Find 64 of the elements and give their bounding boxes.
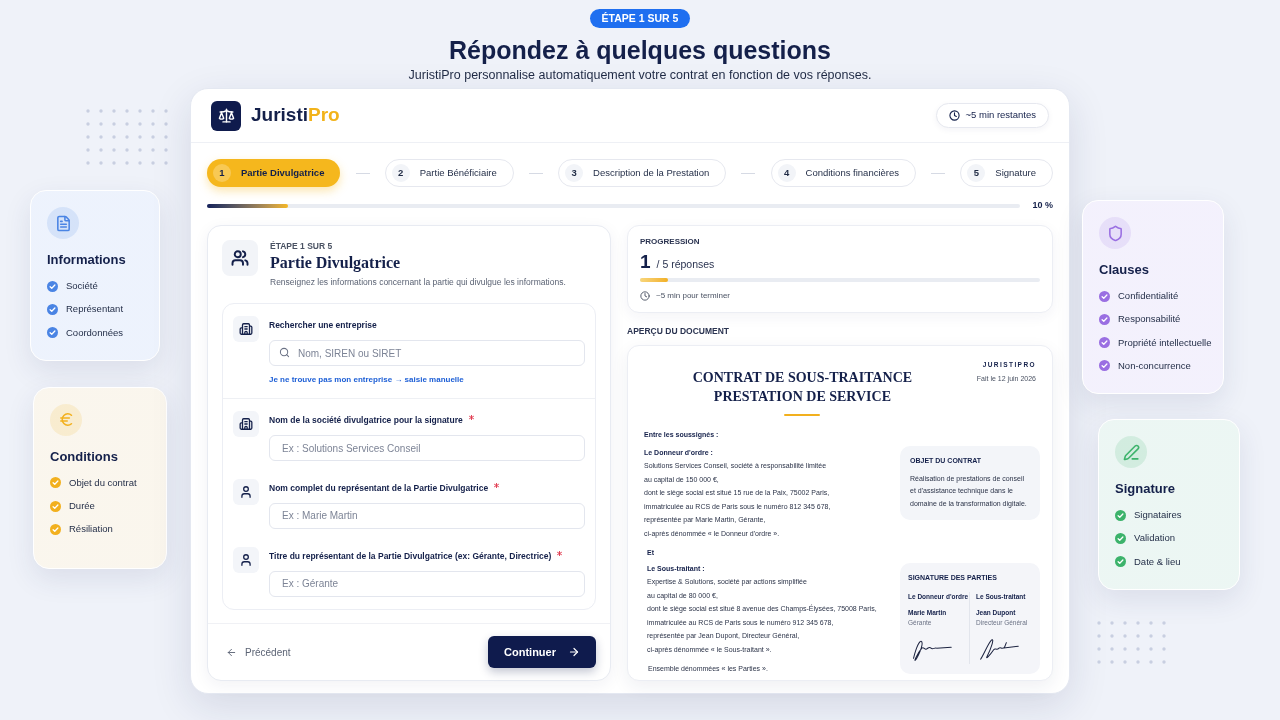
step-tab[interactable]: 4 Conditions financières xyxy=(770,159,917,187)
page-title: Répondez à quelques questions xyxy=(449,35,831,66)
person-icon xyxy=(233,479,259,505)
card-title: Signature xyxy=(1115,480,1176,498)
field-label: Titre du représentant de la Partie Divulgatrice (ex: Gérante, Directrice) xyxy=(269,549,552,563)
checklist-item: Représentant xyxy=(66,302,124,317)
card-title: Clauses xyxy=(1099,261,1150,279)
building-icon xyxy=(233,316,259,342)
step-badge: ÉTAPE 1 SUR 5 xyxy=(589,9,691,28)
people-icon xyxy=(222,239,258,276)
section-title: Partie Divulgatrice xyxy=(270,253,402,274)
checklist-item: Propriété intellectuelle xyxy=(1118,335,1212,350)
brand-name: JuristiPro xyxy=(251,103,340,128)
card-title: Conditions xyxy=(50,447,119,466)
section-label: PROGRESSION xyxy=(640,235,701,248)
section-description: Renseignez les informations concernant la partie qui divulgue les informations. xyxy=(270,276,566,289)
text-input[interactable]: Ex : Marie Martin xyxy=(269,502,585,529)
dot-grid-decoration xyxy=(1096,619,1167,665)
manual-entry-link[interactable]: Je ne trouve pas mon entreprise → saisie manuelle xyxy=(269,374,585,387)
checklist-item: Non-concurrence xyxy=(1118,358,1191,373)
checklist-item: Coordonnées xyxy=(66,325,124,340)
search-icon xyxy=(279,347,290,359)
checklist-item: Société xyxy=(66,279,98,293)
checklist-item: Date & lieu xyxy=(1134,554,1181,569)
document-icon xyxy=(47,207,79,239)
text-input[interactable]: Ex : Solutions Services Conseil xyxy=(269,435,585,461)
step-tab[interactable]: 5 Signature xyxy=(960,159,1053,187)
document-title: CONTRAT DE SOUS-TRAITANCE PRESTATION DE SERVICE xyxy=(692,369,913,407)
checklist-item: Responsabilité xyxy=(1118,312,1181,327)
checklist-item: Confidentialité xyxy=(1118,289,1179,303)
previous-button[interactable]: Précédent xyxy=(222,637,295,667)
field-label: Nom complet du représentant de la Partie Divulgatrice xyxy=(269,482,489,495)
checklist-item: Objet du contrat xyxy=(69,475,137,490)
field-label: Nom de la société divulgatrice pour la signature xyxy=(269,414,463,427)
field-label: Rechercher une entreprise xyxy=(269,319,378,332)
arrow-right-icon xyxy=(568,646,580,658)
section-label: APERÇU DU DOCUMENT xyxy=(627,324,730,338)
answer-total: / 5 réponses xyxy=(656,256,715,272)
building-icon xyxy=(233,411,259,438)
step-tab[interactable]: 2 Partie Bénéficiaire xyxy=(384,159,514,187)
shield-icon xyxy=(1099,217,1131,249)
search-field[interactable]: Nom, SIREN ou SIRET xyxy=(269,340,585,367)
arrow-left-icon xyxy=(226,646,237,658)
checklist-item: Validation xyxy=(1134,531,1176,546)
checklist-item: Durée xyxy=(69,499,95,513)
card-title: Informations xyxy=(47,251,127,269)
step-label: ÉTAPE 1 SUR 5 xyxy=(270,239,334,253)
scale-logo-icon xyxy=(211,100,241,131)
checklist-item: Résiliation xyxy=(69,522,113,537)
step-tab[interactable]: 3 Description de la Prestation xyxy=(558,159,727,187)
step-tab[interactable]: 1 Partie Divulgatrice xyxy=(207,159,341,187)
clock-icon xyxy=(640,290,650,301)
pen-icon xyxy=(1115,436,1147,468)
page-subtitle: JuristiPro personnalise automatiquement votre contrat en fonction de vos réponses. xyxy=(408,67,872,84)
euro-icon xyxy=(50,403,82,436)
time-remaining-text: ~5 min restantes xyxy=(965,108,1036,123)
text-input[interactable]: Ex : Gérante xyxy=(269,570,585,597)
time-estimate: ~5 min pour terminer xyxy=(656,289,731,302)
progress-percent: 10 % xyxy=(1032,199,1053,212)
person-icon xyxy=(233,546,259,573)
continue-button[interactable]: Continuer xyxy=(488,636,596,668)
checklist-item: Signataires xyxy=(1134,508,1182,522)
answer-count: 1 xyxy=(640,249,651,274)
clock-icon xyxy=(948,110,960,121)
